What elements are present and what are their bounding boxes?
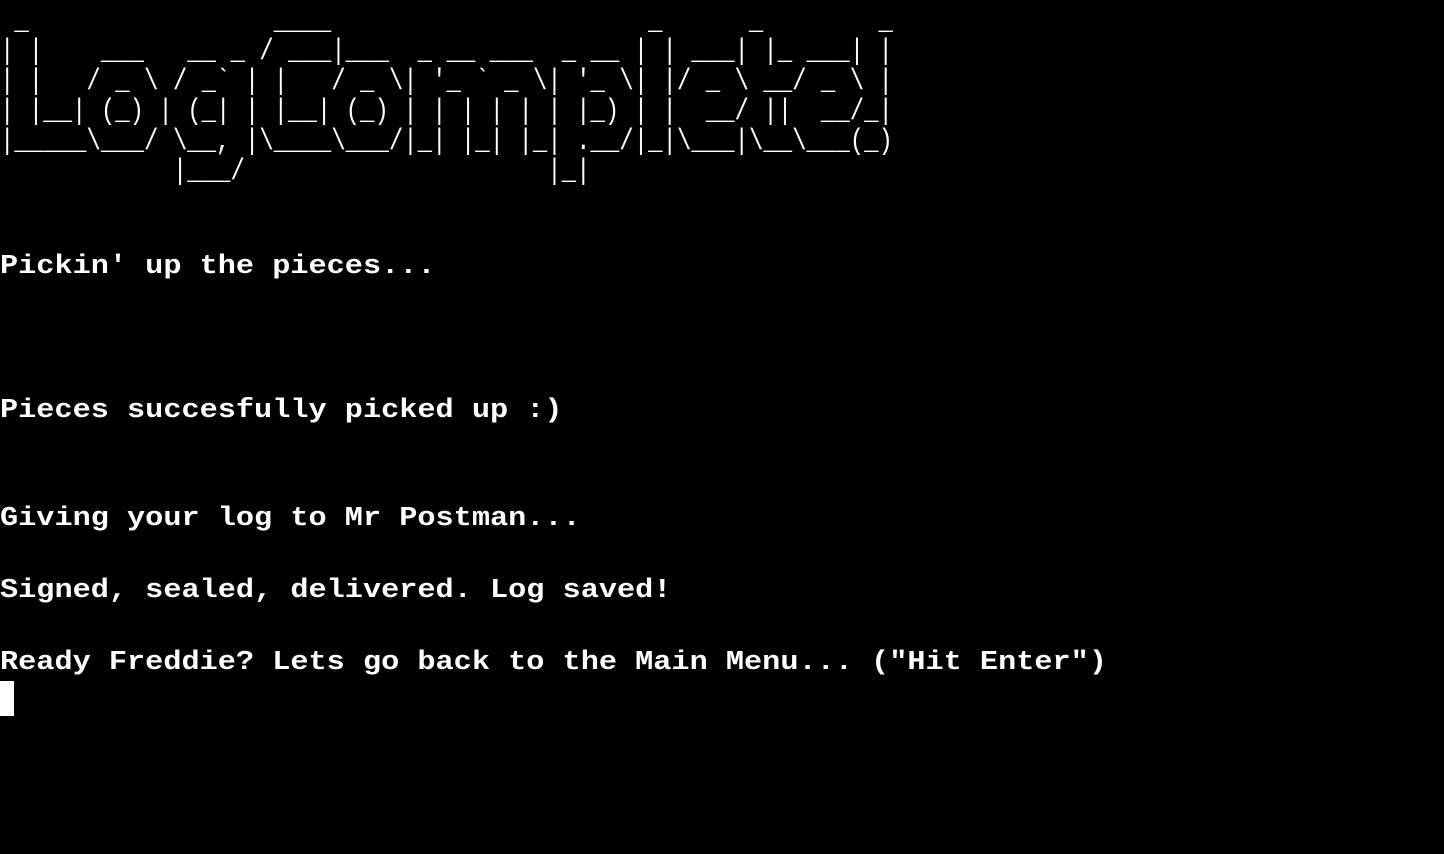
output-line-log-saved: Signed, sealed, delivered. Log saved! — [0, 576, 672, 606]
output-line-giving-log: Giving your log to Mr Postman... — [0, 504, 581, 534]
output-line-picking-up: Pickin' up the pieces... — [0, 252, 436, 282]
terminal-window[interactable]: _ ____ _ _ _ | | ___ __ _ / ___|___ _ __… — [0, 0, 1444, 854]
output-line-main-menu-prompt: Ready Freddie? Lets go back to the Main … — [0, 648, 1107, 678]
log-complete-ascii-banner: _ ____ _ _ _ | | ___ __ _ / ___|___ _ __… — [0, 5, 893, 189]
output-line-pieces-picked: Pieces succesfully picked up :) — [0, 396, 563, 426]
text-cursor[interactable] — [0, 681, 14, 716]
